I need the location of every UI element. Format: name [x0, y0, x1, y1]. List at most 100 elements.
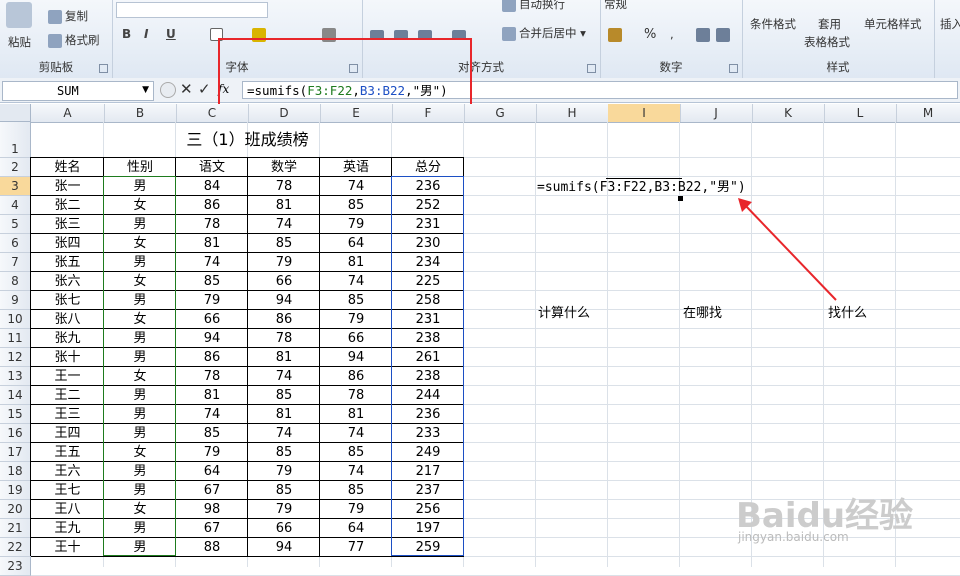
table-cell[interactable]: 79 [248, 500, 320, 519]
table-cell[interactable]: 王六 [31, 462, 104, 481]
column-header-l[interactable]: L [824, 104, 897, 122]
table-cell[interactable]: 66 [248, 272, 320, 291]
row-header-13[interactable]: 13 [0, 367, 31, 386]
table-cell[interactable]: 张六 [31, 272, 104, 291]
row-header-8[interactable]: 8 [0, 272, 31, 291]
row-header-20[interactable]: 20 [0, 500, 31, 519]
table-cell[interactable]: 81 [176, 234, 248, 253]
table-cell[interactable]: 85 [320, 196, 392, 215]
row-header-11[interactable]: 11 [0, 329, 31, 348]
table-cell[interactable]: 85 [248, 481, 320, 500]
row-header-14[interactable]: 14 [0, 386, 31, 405]
merge-center-button[interactable]: 合并后居中 ▾ [502, 25, 586, 41]
italic-button[interactable]: I [144, 27, 148, 41]
table-cell[interactable]: 王三 [31, 405, 104, 424]
decrease-decimal-button[interactable] [716, 27, 733, 42]
scroll-handle[interactable] [160, 82, 176, 98]
table-cell[interactable]: 张一 [31, 177, 104, 196]
number-format-select[interactable]: 常规 [604, 0, 734, 12]
enter-check-icon[interactable]: ✓ [198, 80, 211, 98]
table-cell[interactable]: 王一 [31, 367, 104, 386]
table-cell[interactable]: 81 [320, 253, 392, 272]
table-cell[interactable]: 66 [320, 329, 392, 348]
underline-button[interactable]: U [166, 27, 176, 41]
table-cell[interactable]: 王八 [31, 500, 104, 519]
fill-handle[interactable] [678, 196, 683, 201]
name-box[interactable]: SUM ▼ [2, 81, 154, 101]
table-cell[interactable]: 85 [320, 443, 392, 462]
sheet-title[interactable]: 三（1）班成绩榜 [104, 131, 391, 149]
table-cell[interactable]: 81 [248, 405, 320, 424]
table-cell[interactable]: 86 [320, 367, 392, 386]
table-cell[interactable]: 94 [320, 348, 392, 367]
table-cell[interactable]: 王九 [31, 519, 104, 538]
table-cell[interactable]: 81 [248, 348, 320, 367]
table-cell[interactable]: 64 [320, 519, 392, 538]
table-cell[interactable]: 张七 [31, 291, 104, 310]
table-cell[interactable]: 79 [248, 253, 320, 272]
table-cell[interactable]: 74 [320, 462, 392, 481]
column-header-d[interactable]: D [248, 104, 321, 122]
table-cell[interactable]: 张九 [31, 329, 104, 348]
insert-button[interactable]: 插入 [940, 16, 960, 32]
table-cell[interactable]: 王五 [31, 443, 104, 462]
table-header-cell[interactable]: 数学 [248, 158, 320, 177]
table-cell[interactable]: 67 [176, 481, 248, 500]
table-cell[interactable]: 86 [176, 196, 248, 215]
table-cell[interactable]: 74 [320, 272, 392, 291]
row-header-21[interactable]: 21 [0, 519, 31, 538]
table-cell[interactable]: 94 [248, 538, 320, 557]
table-cell[interactable]: 66 [248, 519, 320, 538]
table-cell[interactable]: 79 [176, 291, 248, 310]
table-cell[interactable]: 王十 [31, 538, 104, 557]
paste-label[interactable]: 粘贴 [8, 34, 31, 50]
row-header-2[interactable]: 2 [0, 158, 31, 177]
row-header-4[interactable]: 4 [0, 196, 31, 215]
row-header-18[interactable]: 18 [0, 462, 31, 481]
clipboard-launcher-icon[interactable] [99, 64, 108, 73]
table-cell[interactable]: 78 [248, 329, 320, 348]
alignment-launcher-icon[interactable] [587, 64, 596, 73]
table-cell[interactable]: 94 [248, 291, 320, 310]
column-header-k[interactable]: K [752, 104, 825, 122]
table-cell[interactable]: 78 [176, 215, 248, 234]
table-cell[interactable]: 74 [176, 253, 248, 272]
column-header-i[interactable]: I [608, 104, 681, 122]
table-cell[interactable]: 81 [248, 196, 320, 215]
table-cell[interactable]: 86 [176, 348, 248, 367]
table-cell[interactable]: 66 [176, 310, 248, 329]
annotation-where[interactable]: 在哪找 [683, 305, 722, 323]
table-cell[interactable]: 85 [248, 234, 320, 253]
table-header-cell[interactable]: 总分 [392, 158, 464, 177]
row-header-22[interactable]: 22 [0, 538, 31, 557]
row-header-7[interactable]: 7 [0, 253, 31, 272]
annotation-what[interactable]: 计算什么 [538, 305, 590, 323]
paste-button[interactable] [6, 2, 35, 28]
table-cell[interactable]: 王二 [31, 386, 104, 405]
select-all-corner[interactable] [0, 104, 31, 122]
table-cell[interactable]: 77 [320, 538, 392, 557]
table-cell[interactable]: 74 [176, 405, 248, 424]
format-painter-button[interactable]: 格式刷 [48, 32, 100, 48]
table-cell[interactable]: 王四 [31, 424, 104, 443]
bold-button[interactable]: B [122, 27, 131, 41]
table-cell[interactable]: 85 [176, 424, 248, 443]
table-cell[interactable]: 74 [320, 177, 392, 196]
table-cell[interactable]: 张十 [31, 348, 104, 367]
table-header-cell[interactable]: 语文 [176, 158, 248, 177]
number-launcher-icon[interactable] [729, 64, 738, 73]
row-header-9[interactable]: 9 [0, 291, 31, 310]
table-cell[interactable]: 张三 [31, 215, 104, 234]
row-header-17[interactable]: 17 [0, 443, 31, 462]
row-header-1[interactable]: 1 [0, 122, 31, 158]
row-header-12[interactable]: 12 [0, 348, 31, 367]
table-header-cell[interactable]: 姓名 [31, 158, 104, 177]
cell-h3-formula[interactable]: =sumifs(F3:F22,B3:B22,"男") [537, 179, 746, 197]
table-cell[interactable]: 74 [248, 215, 320, 234]
column-header-c[interactable]: C [176, 104, 249, 122]
table-cell[interactable]: 88 [176, 538, 248, 557]
table-cell[interactable]: 79 [176, 443, 248, 462]
column-header-m[interactable]: M [896, 104, 960, 122]
table-cell[interactable]: 84 [176, 177, 248, 196]
table-cell[interactable]: 78 [176, 367, 248, 386]
